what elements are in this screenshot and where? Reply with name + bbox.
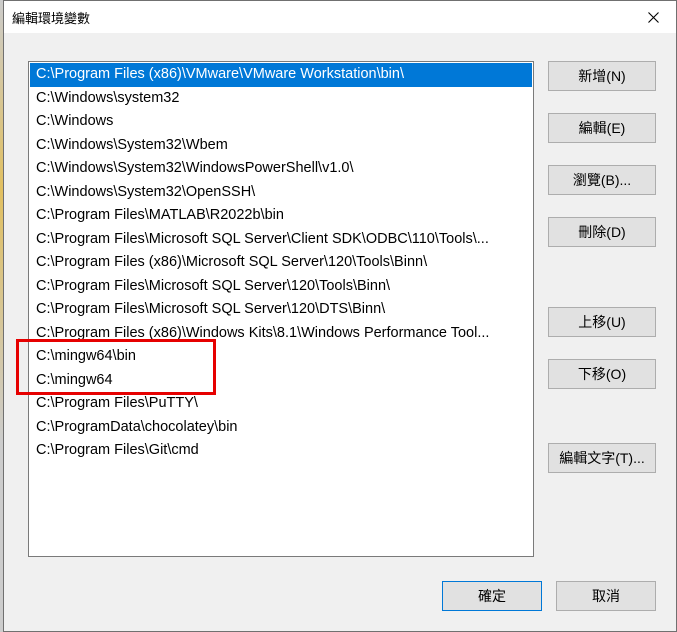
move-up-button[interactable]: 上移(U) <box>548 307 656 337</box>
window-title: 編輯環境變數 <box>12 8 630 27</box>
list-item[interactable]: C:\Windows\System32\Wbem <box>30 134 532 158</box>
list-item[interactable]: C:\Program Files\Microsoft SQL Server\12… <box>30 298 532 322</box>
list-item[interactable]: C:\Program Files (x86)\VMware\VMware Wor… <box>30 63 532 87</box>
list-item[interactable]: C:\Program Files\PuTTY\ <box>30 392 532 416</box>
dialog-window: 編輯環境變數 C:\Program Files (x86)\VMware\VMw… <box>3 0 677 632</box>
move-down-button[interactable]: 下移(O) <box>548 359 656 389</box>
close-icon <box>648 12 659 23</box>
list-item[interactable]: C:\Windows\system32 <box>30 87 532 111</box>
list-item[interactable]: C:\Program Files\MATLAB\R2022b\bin <box>30 204 532 228</box>
cancel-button[interactable]: 取消 <box>556 581 656 611</box>
new-button[interactable]: 新增(N) <box>548 61 656 91</box>
side-button-column: 新增(N) 編輯(E) 瀏覽(B)... 刪除(D) 上移(U) 下移(O) 編… <box>548 61 656 557</box>
list-item[interactable]: C:\Windows\System32\WindowsPowerShell\v1… <box>30 157 532 181</box>
edit-text-button[interactable]: 編輯文字(T)... <box>548 443 656 473</box>
list-item[interactable]: C:\mingw64\bin <box>30 345 532 369</box>
list-item[interactable]: C:\Windows <box>30 110 532 134</box>
list-item[interactable]: C:\Windows\System32\OpenSSH\ <box>30 181 532 205</box>
list-item[interactable]: C:\ProgramData\chocolatey\bin <box>30 416 532 440</box>
content-area: C:\Program Files (x86)\VMware\VMware Wor… <box>4 33 676 571</box>
list-item[interactable]: C:\Program Files (x86)\Windows Kits\8.1\… <box>30 322 532 346</box>
browse-button[interactable]: 瀏覽(B)... <box>548 165 656 195</box>
path-listbox[interactable]: C:\Program Files (x86)\VMware\VMware Wor… <box>28 61 534 557</box>
list-item[interactable]: C:\Program Files (x86)\Microsoft SQL Ser… <box>30 251 532 275</box>
list-item[interactable]: C:\Program Files\Microsoft SQL Server\Cl… <box>30 228 532 252</box>
ok-button[interactable]: 確定 <box>442 581 542 611</box>
delete-button[interactable]: 刪除(D) <box>548 217 656 247</box>
bottom-button-bar: 確定 取消 <box>4 571 676 631</box>
list-item[interactable]: C:\Program Files\Git\cmd <box>30 439 532 463</box>
list-item[interactable]: C:\mingw64 <box>30 369 532 393</box>
close-button[interactable] <box>630 1 676 33</box>
titlebar: 編輯環境變數 <box>4 1 676 33</box>
list-item[interactable]: C:\Program Files\Microsoft SQL Server\12… <box>30 275 532 299</box>
edit-button[interactable]: 編輯(E) <box>548 113 656 143</box>
